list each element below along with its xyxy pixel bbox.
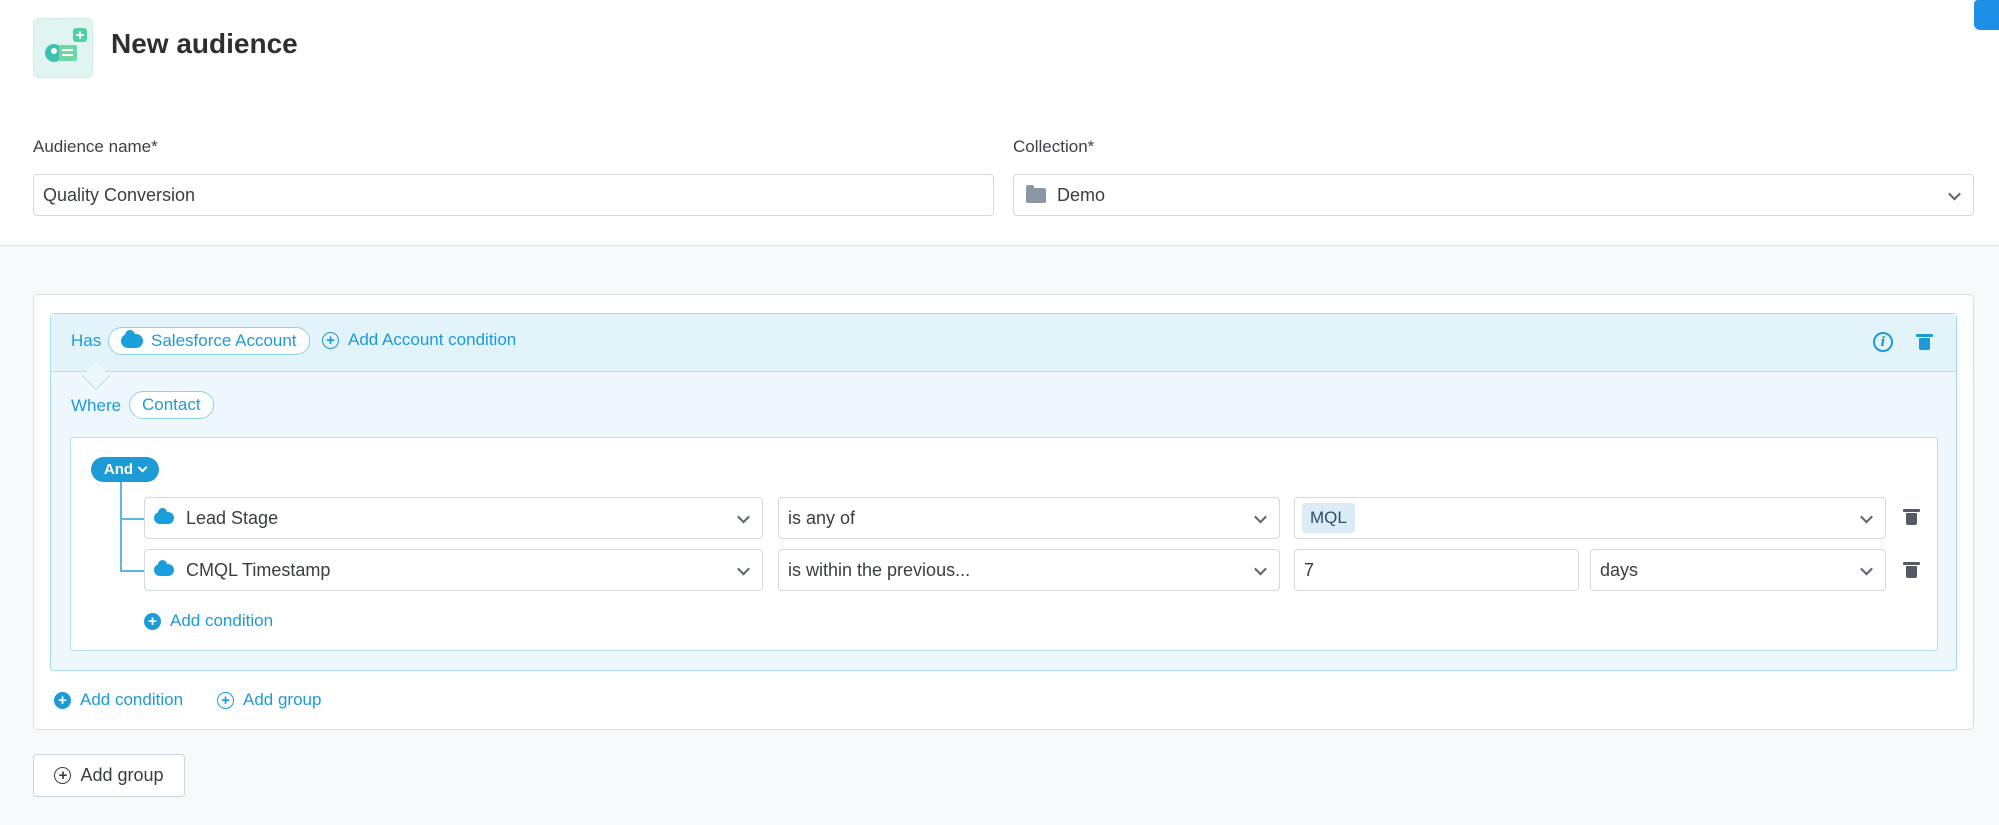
chevron-down-icon	[1948, 187, 1961, 201]
salesforce-cloud-icon	[154, 560, 174, 576]
chevron-down-icon	[1254, 562, 1267, 576]
audience-name-label: Audience name*	[33, 137, 158, 156]
tree-connector	[120, 482, 122, 570]
delete-condition-icon[interactable]	[1903, 562, 1920, 578]
collection-select[interactable]: Demo	[1013, 174, 1974, 216]
delete-group-icon[interactable]	[1916, 334, 1933, 350]
condition-operator-label: is any of	[788, 507, 856, 528]
collection-label: Collection*	[1013, 137, 1095, 156]
condition-field-select[interactable]: Lead Stage	[144, 497, 763, 539]
info-icon[interactable]: i	[1873, 332, 1893, 352]
condition-value-select[interactable]: MQL	[1294, 497, 1886, 539]
has-label: Has	[71, 331, 102, 350]
condition-unit-label: days	[1600, 559, 1639, 580]
chevron-down-icon	[737, 562, 750, 576]
page-title: New audience	[111, 28, 298, 59]
delete-condition-icon[interactable]	[1903, 509, 1920, 525]
condition-field-label: Lead Stage	[186, 507, 279, 528]
conditions-box	[70, 437, 1938, 651]
add-group-button-label: Add group	[80, 765, 164, 785]
add-condition-outer-label: Add condition	[80, 690, 184, 709]
plus-circle-icon: +	[54, 767, 72, 784]
chevron-down-icon	[1254, 510, 1267, 524]
chevron-down-icon	[137, 462, 148, 473]
collection-value: Demo	[1057, 184, 1106, 205]
folder-icon	[1026, 184, 1046, 203]
add-condition-inner-label: Add condition	[170, 611, 274, 630]
audience-name-value: Quality Conversion	[43, 184, 196, 205]
add-account-condition-link[interactable]: + Add Account condition	[322, 330, 516, 350]
where-object-label: Contact	[142, 395, 201, 414]
add-condition-outer-link[interactable]: + Add condition	[54, 690, 183, 710]
object-pill[interactable]: Salesforce Account	[108, 327, 310, 355]
add-condition-inner-link[interactable]: + Add condition	[144, 611, 273, 631]
condition-value-label: 7	[1304, 559, 1315, 580]
plus-circle-icon: +	[322, 331, 339, 349]
audience-app-icon	[33, 18, 93, 78]
where-label: Where	[71, 396, 122, 415]
logic-operator-label: And	[103, 461, 134, 478]
salesforce-cloud-icon	[154, 508, 174, 524]
chevron-down-icon	[1860, 510, 1873, 524]
where-object-pill[interactable]: Contact	[129, 391, 214, 419]
logic-operator-button[interactable]: And	[91, 457, 159, 482]
chevron-down-icon	[1860, 562, 1873, 576]
condition-operator-select[interactable]: is any of	[778, 497, 1280, 539]
condition-field-label: CMQL Timestamp	[186, 559, 331, 580]
chevron-down-icon	[737, 510, 750, 524]
tree-branch	[120, 518, 144, 520]
add-group-inner-label: Add group	[243, 690, 322, 709]
condition-operator-label: is within the previous...	[788, 559, 971, 580]
add-group-button[interactable]: + Add group	[33, 754, 185, 797]
condition-field-select[interactable]: CMQL Timestamp	[144, 549, 763, 591]
plus-circle-icon: +	[217, 691, 234, 709]
corner-widget[interactable]	[1974, 0, 1999, 30]
condition-value-input[interactable]: 7	[1294, 549, 1579, 591]
condition-operator-select[interactable]: is within the previous...	[778, 549, 1280, 591]
audience-name-input[interactable]: Quality Conversion	[33, 174, 994, 216]
header-section: New audience Audience name* Quality Conv…	[0, 0, 1999, 246]
object-pill-label: Salesforce Account	[151, 331, 297, 350]
value-tag: MQL	[1302, 503, 1355, 533]
add-group-inner-link[interactable]: + Add group	[217, 690, 321, 710]
plus-circle-filled-icon: +	[54, 691, 71, 709]
tree-branch	[120, 570, 144, 572]
condition-unit-select[interactable]: days	[1590, 549, 1886, 591]
salesforce-cloud-icon	[121, 330, 143, 348]
add-account-condition-label: Add Account condition	[348, 330, 517, 349]
plus-circle-filled-icon: +	[144, 612, 161, 630]
